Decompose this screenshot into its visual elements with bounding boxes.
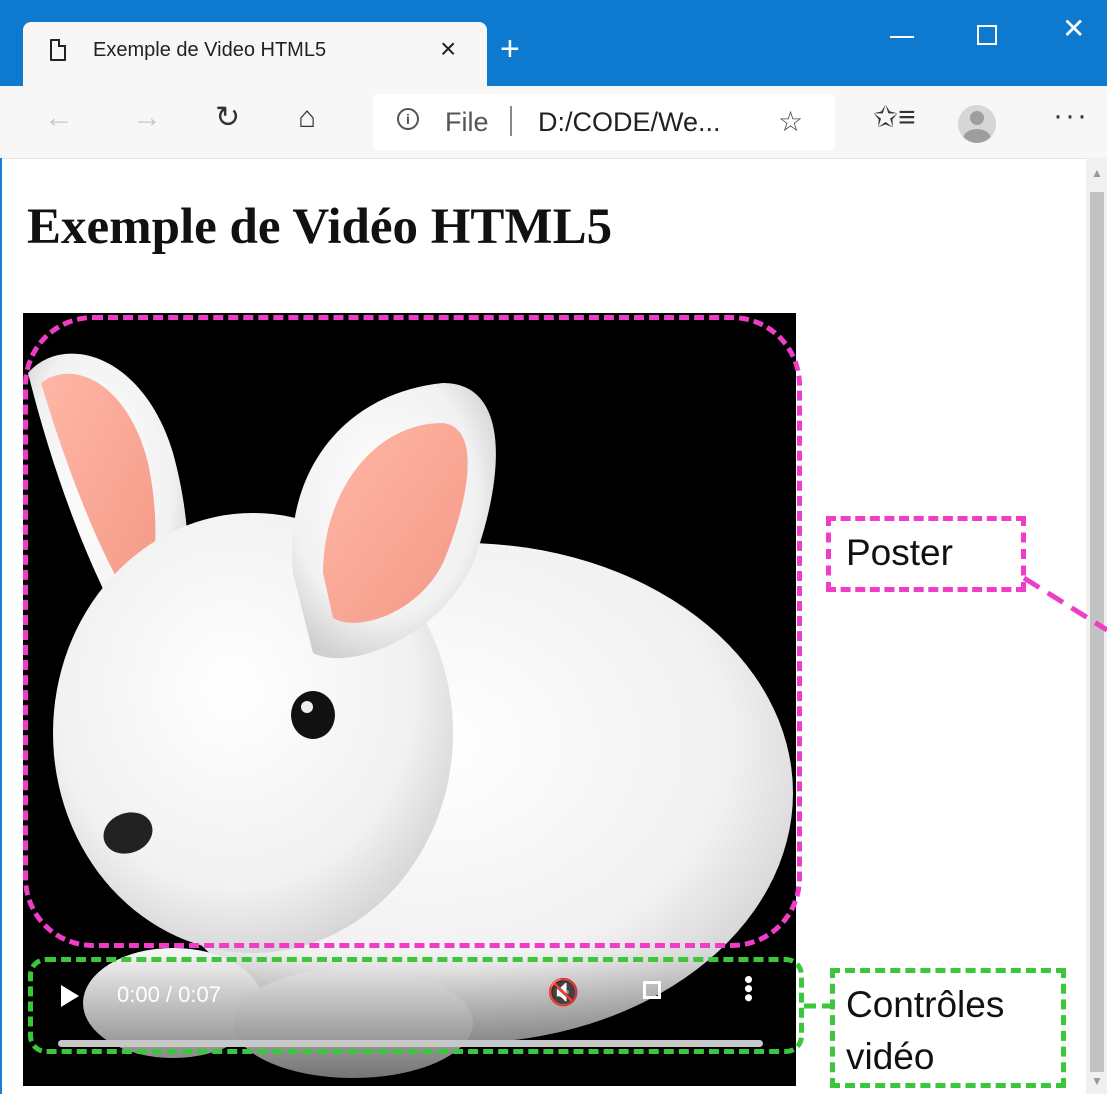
controls-leader-line	[804, 1003, 830, 1009]
